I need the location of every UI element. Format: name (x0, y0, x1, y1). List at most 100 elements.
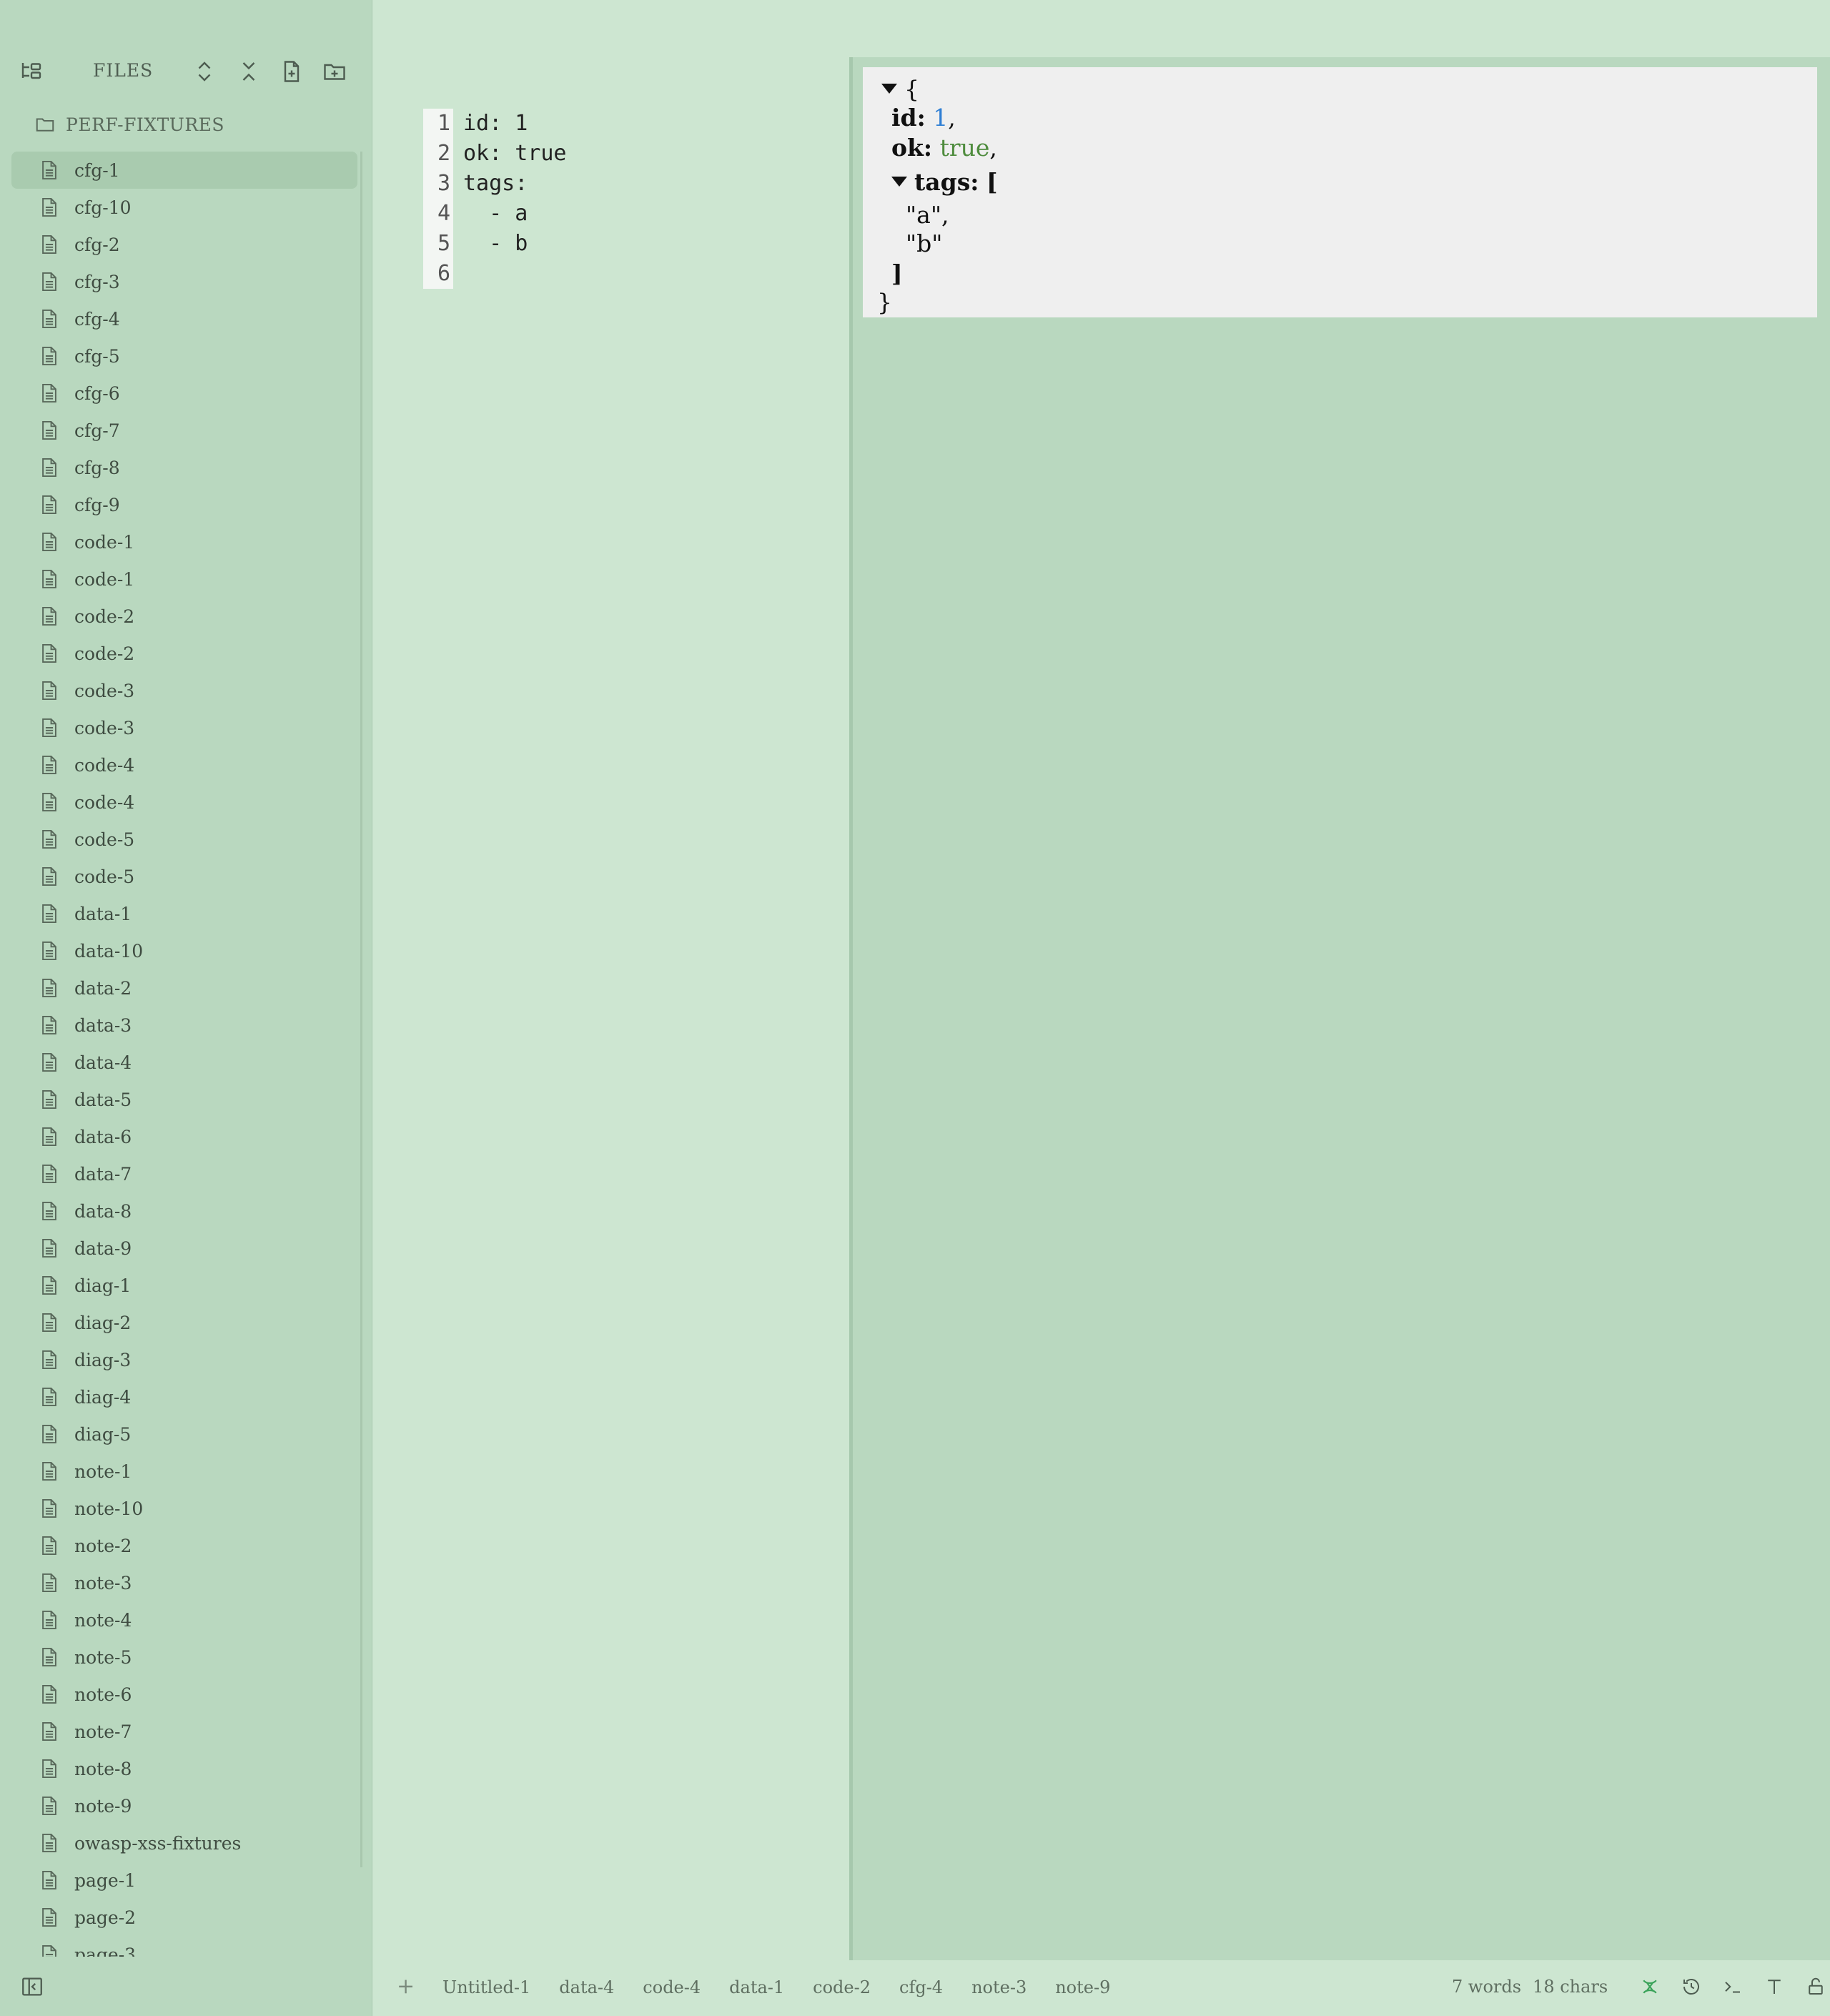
tab-note-3[interactable]: note-3 (971, 1977, 1027, 1997)
code-line[interactable]: - a (463, 199, 567, 229)
file-item[interactable]: code-3 (11, 672, 357, 709)
file-item[interactable]: cfg-10 (11, 189, 357, 226)
file-item[interactable]: cfg-6 (11, 375, 357, 412)
code-line[interactable]: ok: true (463, 139, 567, 169)
file-item[interactable]: page-2 (11, 1899, 357, 1936)
tab-strip: Untitled-1 data-4 code-4 data-1 code-2 cfg-4 n… (442, 1977, 1139, 1997)
file-item[interactable]: diag-2 (11, 1304, 357, 1341)
file-item[interactable]: cfg-2 (11, 226, 357, 263)
file-item[interactable]: note-5 (11, 1639, 357, 1676)
file-item[interactable]: cfg-3 (11, 263, 357, 300)
collapse-triangle-icon[interactable] (891, 177, 907, 187)
file-item[interactable]: page-3 (11, 1936, 357, 1957)
file-icon (42, 383, 56, 403)
new-file-icon[interactable] (279, 59, 305, 84)
file-name: cfg-10 (74, 197, 132, 218)
file-name: data-8 (74, 1200, 132, 1222)
file-item[interactable]: data-9 (11, 1230, 357, 1267)
file-item[interactable]: code-2 (11, 635, 357, 672)
vault-folder[interactable]: PERF-FIXTURES (34, 110, 224, 139)
file-item[interactable]: note-3 (11, 1564, 357, 1601)
file-item[interactable]: cfg-8 (11, 449, 357, 486)
file-item[interactable]: diag-1 (11, 1267, 357, 1304)
file-item[interactable]: data-6 (11, 1118, 357, 1155)
file-item[interactable]: data-4 (11, 1044, 357, 1081)
json-root-open[interactable]: { (881, 74, 919, 104)
file-item[interactable]: note-6 (11, 1676, 357, 1713)
sidebar-scrollbar[interactable] (360, 152, 362, 1867)
file-item[interactable]: code-5 (11, 821, 357, 858)
collapse-sidebar-icon[interactable] (20, 1975, 44, 1999)
history-icon[interactable] (1681, 1976, 1702, 1997)
file-item[interactable]: page-1 (11, 1862, 357, 1899)
file-item[interactable]: diag-3 (11, 1341, 357, 1378)
tree-view-icon[interactable] (19, 59, 44, 84)
tab-data-1[interactable]: data-1 (729, 1977, 784, 1997)
file-item[interactable]: code-2 (11, 598, 357, 635)
file-name: diag-5 (74, 1423, 132, 1445)
file-name: data-1 (74, 903, 132, 924)
file-item[interactable]: data-5 (11, 1081, 357, 1118)
file-icon (42, 234, 56, 255)
code-line[interactable]: tags: (463, 169, 567, 199)
code-lines[interactable]: id: 1 ok: true tags: - a - b (463, 109, 567, 289)
text-format-icon[interactable] (1764, 1976, 1785, 1997)
file-item[interactable]: owasp-xss-fixtures (11, 1824, 357, 1862)
file-item[interactable]: data-1 (11, 895, 357, 932)
file-item[interactable]: code-5 (11, 858, 357, 895)
file-item[interactable]: code-1 (11, 560, 357, 598)
tab-cfg-4[interactable]: cfg-4 (899, 1977, 943, 1997)
bottom-bar: + Untitled-1 data-4 code-4 data-1 code-2 cfg-… (372, 1960, 1830, 2016)
file-item[interactable]: code-4 (11, 746, 357, 784)
file-item[interactable]: cfg-9 (11, 486, 357, 523)
line-number: 3 (437, 171, 450, 196)
line-number: 4 (437, 201, 450, 226)
file-item[interactable]: note-1 (11, 1453, 357, 1490)
json-row-tags[interactable]: tags: [ (891, 167, 998, 197)
expand-all-icon[interactable] (192, 59, 217, 84)
file-item[interactable]: cfg-5 (11, 337, 357, 375)
new-folder-icon[interactable] (322, 59, 347, 84)
file-name: data-4 (74, 1052, 132, 1073)
code-line[interactable] (463, 259, 567, 289)
tab-code-2[interactable]: code-2 (813, 1977, 871, 1997)
file-item[interactable]: data-8 (11, 1192, 357, 1230)
file-name: note-1 (74, 1461, 132, 1482)
file-item[interactable]: note-10 (11, 1490, 357, 1527)
unlock-icon[interactable] (1805, 1976, 1826, 1997)
file-item[interactable]: note-9 (11, 1787, 357, 1824)
file-name: data-5 (74, 1089, 132, 1110)
json-tags-close: ] (891, 260, 903, 287)
file-item[interactable]: data-7 (11, 1155, 357, 1192)
new-tab-button[interactable]: + (397, 1976, 415, 1997)
file-name: note-4 (74, 1609, 132, 1631)
sync-icon[interactable] (1639, 1976, 1661, 1997)
collapse-triangle-icon[interactable] (881, 84, 897, 94)
code-line[interactable]: - b (463, 229, 567, 259)
file-item[interactable]: diag-5 (11, 1415, 357, 1453)
file-item[interactable]: note-7 (11, 1713, 357, 1750)
file-item[interactable]: note-4 (11, 1601, 357, 1639)
file-item[interactable]: cfg-1 (11, 152, 357, 189)
file-item[interactable]: cfg-4 (11, 300, 357, 337)
file-item[interactable]: note-8 (11, 1750, 357, 1787)
file-name: data-2 (74, 977, 132, 999)
file-item[interactable]: diag-4 (11, 1378, 357, 1415)
folder-icon (36, 118, 54, 132)
file-item[interactable]: cfg-7 (11, 412, 357, 449)
tab-data-4[interactable]: data-4 (559, 1977, 614, 1997)
file-item[interactable]: code-3 (11, 709, 357, 746)
file-item[interactable]: data-10 (11, 932, 357, 969)
tab-note-9[interactable]: note-9 (1055, 1977, 1110, 1997)
collapse-all-icon[interactable] (236, 59, 262, 84)
tab-code-4[interactable]: code-4 (643, 1977, 701, 1997)
file-item[interactable]: code-4 (11, 784, 357, 821)
source-editor[interactable]: 1 2 3 4 5 6 id: 1 ok: true tags: - a - b (372, 0, 850, 1960)
file-item[interactable]: code-1 (11, 523, 357, 560)
file-item[interactable]: note-2 (11, 1527, 357, 1564)
terminal-icon[interactable] (1722, 1976, 1744, 1997)
tab-untitled-1[interactable]: Untitled-1 (442, 1977, 530, 1997)
file-item[interactable]: data-2 (11, 969, 357, 1007)
code-line[interactable]: id: 1 (463, 109, 567, 139)
file-item[interactable]: data-3 (11, 1007, 357, 1044)
